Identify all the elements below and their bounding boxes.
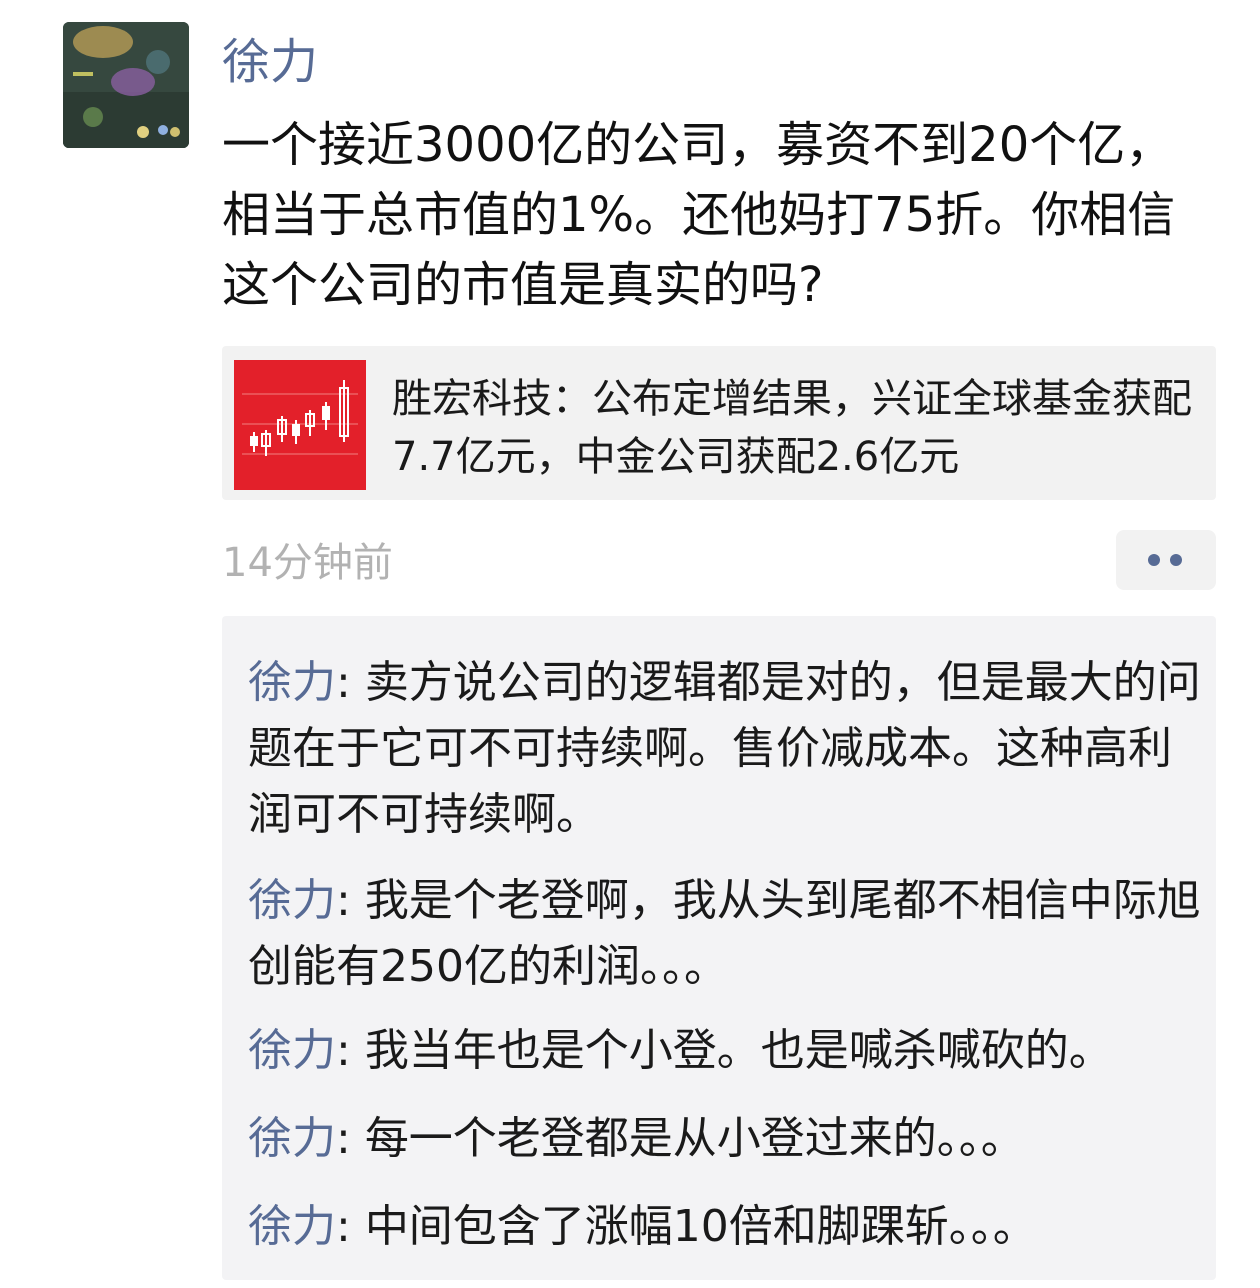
shared-link-card[interactable]: 胜宏科技：公布定增结果，兴证全球基金获配7.7亿元，中金公司获配2.6亿元	[222, 346, 1216, 500]
comment-author[interactable]: 徐力	[248, 657, 336, 708]
comment-item[interactable]: 徐力: 卖方说公司的逻辑都是对的，但是最大的问题在于它可不可持续啊。售价减成本。…	[248, 650, 1212, 848]
link-thumbnail	[234, 360, 366, 490]
comment-item[interactable]: 徐力: 中间包含了涨幅10倍和脚踝斩。。。	[248, 1194, 1212, 1260]
more-button[interactable]	[1116, 530, 1216, 590]
comment-item[interactable]: 徐力: 每一个老登都是从小登过来的。。。	[248, 1106, 1212, 1172]
comment-separator: :	[336, 657, 365, 708]
comment-separator: :	[336, 1113, 365, 1164]
comment-text: 我当年也是个小登。也是喊杀喊砍的。	[364, 1025, 1113, 1076]
comment-author[interactable]: 徐力	[248, 1201, 336, 1252]
comment-item[interactable]: 徐力: 我当年也是个小登。也是喊杀喊砍的。	[248, 1018, 1212, 1084]
post-author-name[interactable]: 徐力	[222, 30, 318, 94]
link-title: 胜宏科技：公布定增结果，兴证全球基金获配7.7亿元，中金公司获配2.6亿元	[392, 376, 1192, 480]
more-dots-icon	[1170, 554, 1182, 566]
comment-text: 每一个老登都是从小登过来的。。。	[364, 1113, 1025, 1164]
post-timestamp: 14分钟前	[222, 540, 393, 586]
comment-text: 卖方说公司的逻辑都是对的，但是最大的问题在于它可不可持续啊。售价减成本。这种高利…	[248, 657, 1201, 840]
comment-author[interactable]: 徐力	[248, 1113, 336, 1164]
comment-text: 我是个老登啊，我从头到尾都不相信中际旭创能有250亿的利润。。。	[248, 875, 1201, 992]
comment-text: 中间包含了涨幅10倍和脚踝斩。。。	[364, 1201, 1037, 1252]
comment-separator: :	[336, 875, 365, 926]
game-screenshot-avatar-icon	[63, 22, 189, 148]
post-text: 一个接近3000亿的公司，募资不到20个亿，相当于总市值的1%。还他妈打75折。…	[222, 117, 1176, 313]
comment-section: 徐力: 卖方说公司的逻辑都是对的，但是最大的问题在于它可不可持续啊。售价减成本。…	[222, 616, 1216, 1280]
comment-author[interactable]: 徐力	[248, 875, 336, 926]
avatar[interactable]	[63, 22, 189, 148]
comment-author[interactable]: 徐力	[248, 1025, 336, 1076]
comment-separator: :	[336, 1201, 365, 1252]
more-dots-icon	[1148, 554, 1160, 566]
comment-separator: :	[336, 1025, 365, 1076]
comment-item[interactable]: 徐力: 我是个老登啊，我从头到尾都不相信中际旭创能有250亿的利润。。。	[248, 868, 1212, 1000]
candlestick-chart-icon	[234, 360, 366, 490]
